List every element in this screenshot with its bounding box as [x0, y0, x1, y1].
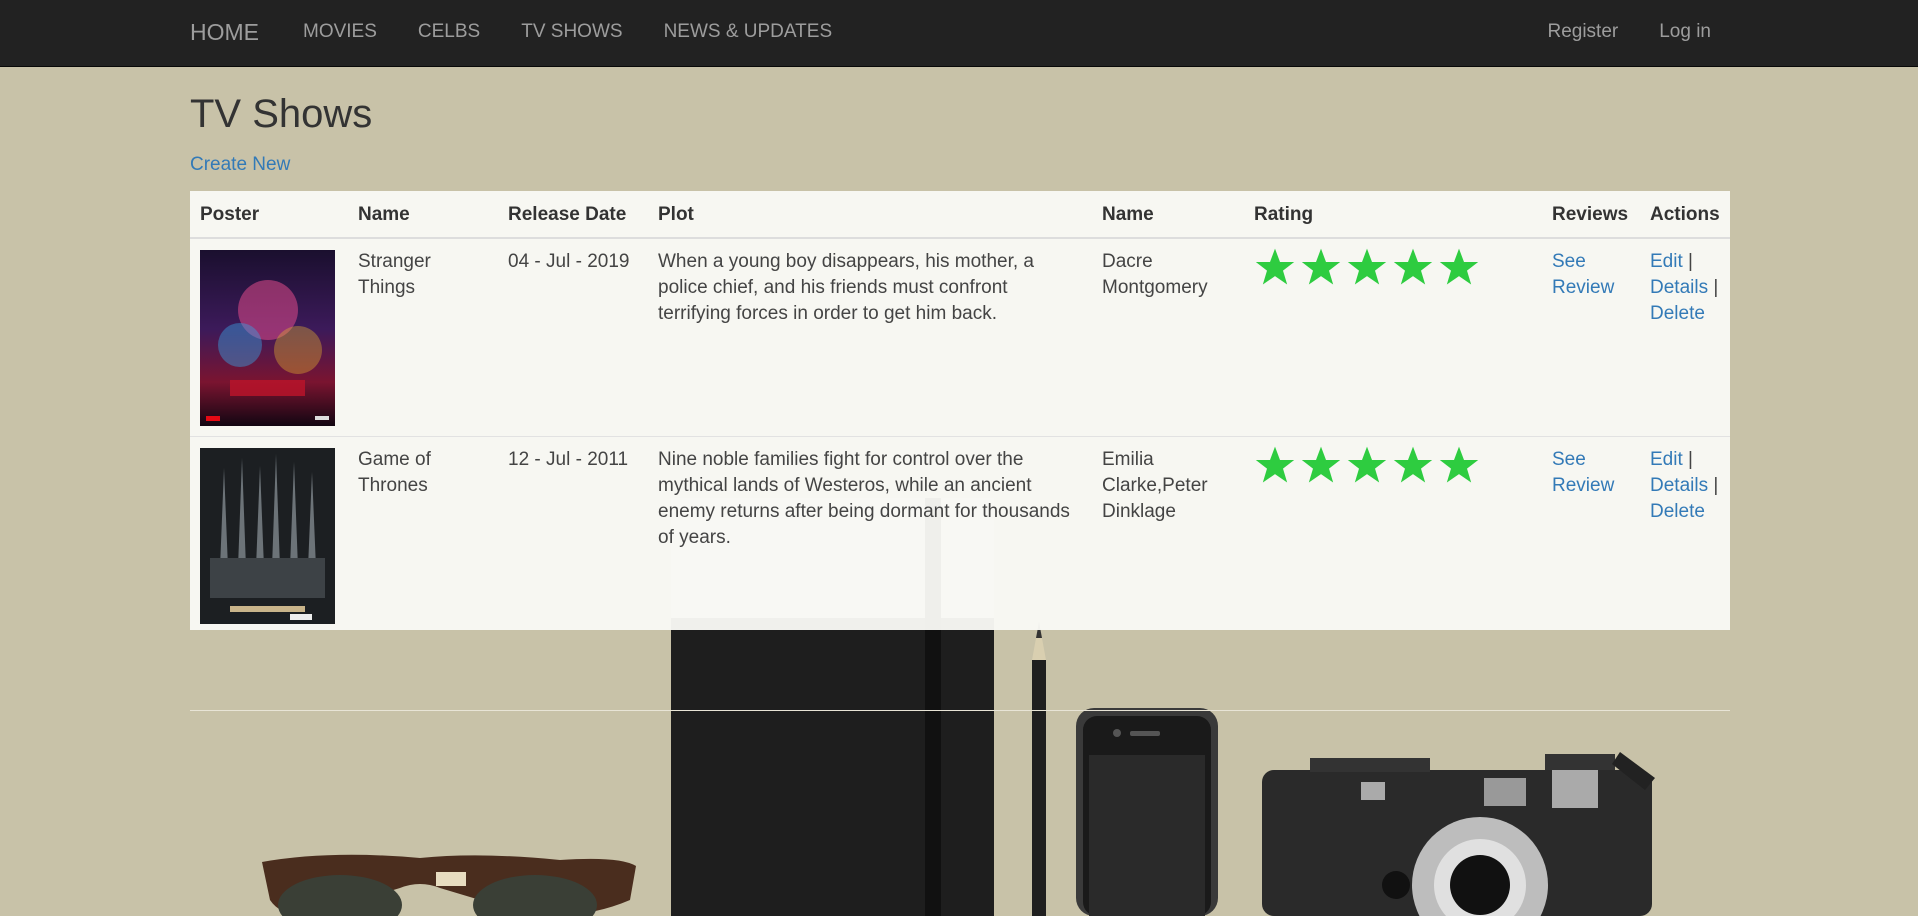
header-name: Name	[348, 191, 498, 239]
nav-home[interactable]: HOME	[190, 19, 259, 46]
action-separator: |	[1688, 449, 1693, 470]
star-icon	[1255, 446, 1295, 483]
see-review-link[interactable]: See Review	[1552, 251, 1614, 298]
nav-celbs[interactable]: CELBS	[418, 21, 480, 43]
header-rating: Rating	[1244, 191, 1542, 239]
footer-divider	[190, 710, 1730, 711]
header-actions: Actions	[1640, 191, 1730, 239]
plot: Nine noble families fight for control ov…	[648, 436, 1092, 634]
table-row: Game of Thrones 12 - Jul - 2011 Nine nob…	[190, 436, 1730, 634]
cast-name: Dacre Montgomery	[1102, 251, 1208, 298]
header-poster: Poster	[190, 191, 348, 239]
see-review-link[interactable]: See Review	[1552, 449, 1614, 496]
nav-register[interactable]: Register	[1547, 21, 1618, 43]
nav-news-updates[interactable]: NEWS & UPDATES	[664, 21, 833, 43]
rating-stars	[1254, 247, 1532, 287]
plot: When a young boy disappears, his mother,…	[658, 251, 1035, 324]
edit-link[interactable]: Edit	[1650, 251, 1683, 272]
top-navbar: HOME MOVIES CELBS TV SHOWS NEWS & UPDATE…	[0, 0, 1918, 67]
star-icon	[1439, 446, 1479, 483]
poster-cell	[190, 238, 348, 437]
table-header-row: Poster Name Release Date Plot Name Ratin…	[190, 191, 1730, 239]
create-new-link[interactable]: Create New	[190, 154, 290, 176]
rating-cell	[1244, 238, 1542, 437]
cast-name: Emilia Clarke,Peter Dinklage	[1092, 436, 1244, 634]
star-icon	[1255, 248, 1295, 285]
poster-cell	[190, 436, 348, 634]
rating-cell	[1244, 436, 1542, 634]
action-separator: |	[1713, 277, 1719, 298]
reviews-cell: See Review	[1542, 238, 1640, 437]
nav-tv-shows[interactable]: TV SHOWS	[521, 21, 622, 43]
star-icon	[1393, 446, 1433, 483]
actions-cell: Edit | Details | Delete	[1640, 436, 1730, 634]
page-title: TV Shows	[190, 92, 373, 136]
action-separator: |	[1688, 251, 1693, 272]
release-date: 04 - Jul - 2019	[508, 251, 630, 272]
delete-link[interactable]: Delete	[1650, 303, 1705, 324]
star-icon	[1439, 248, 1479, 285]
actions-cell: Edit | Details | Delete	[1640, 238, 1730, 437]
star-icon	[1347, 446, 1387, 483]
poster-game-of-thrones[interactable]	[200, 448, 335, 624]
table-row: Stranger Things 04 - Jul - 2019 When a y…	[190, 238, 1730, 437]
delete-link[interactable]: Delete	[1650, 501, 1705, 522]
details-link[interactable]: Details	[1650, 277, 1708, 298]
star-icon	[1301, 446, 1341, 483]
star-icon	[1347, 248, 1387, 285]
header-plot: Plot	[648, 191, 1092, 239]
header-release-date: Release Date	[498, 191, 648, 239]
nav-login[interactable]: Log in	[1659, 21, 1711, 43]
details-link[interactable]: Details	[1650, 475, 1708, 496]
header-cast-name: Name	[1092, 191, 1244, 239]
nav-movies[interactable]: MOVIES	[303, 21, 377, 43]
rating-stars	[1254, 445, 1532, 485]
edit-link[interactable]: Edit	[1650, 449, 1683, 470]
nav-auth: Register Log in	[1506, 21, 1711, 43]
star-icon	[1393, 248, 1433, 285]
nav-links: MOVIES CELBS TV SHOWS NEWS & UPDATES	[303, 21, 873, 43]
reviews-cell: See Review	[1542, 436, 1640, 634]
show-name: Stranger Things	[358, 251, 431, 298]
show-name: Game of Thrones	[348, 436, 498, 634]
star-icon	[1301, 248, 1341, 285]
release-date: 12 - Jul - 2011	[498, 436, 648, 634]
poster-stranger-things[interactable]	[200, 250, 335, 426]
tv-shows-table: Poster Name Release Date Plot Name Ratin…	[190, 191, 1730, 634]
action-separator: |	[1713, 475, 1719, 496]
header-reviews: Reviews	[1542, 191, 1640, 239]
